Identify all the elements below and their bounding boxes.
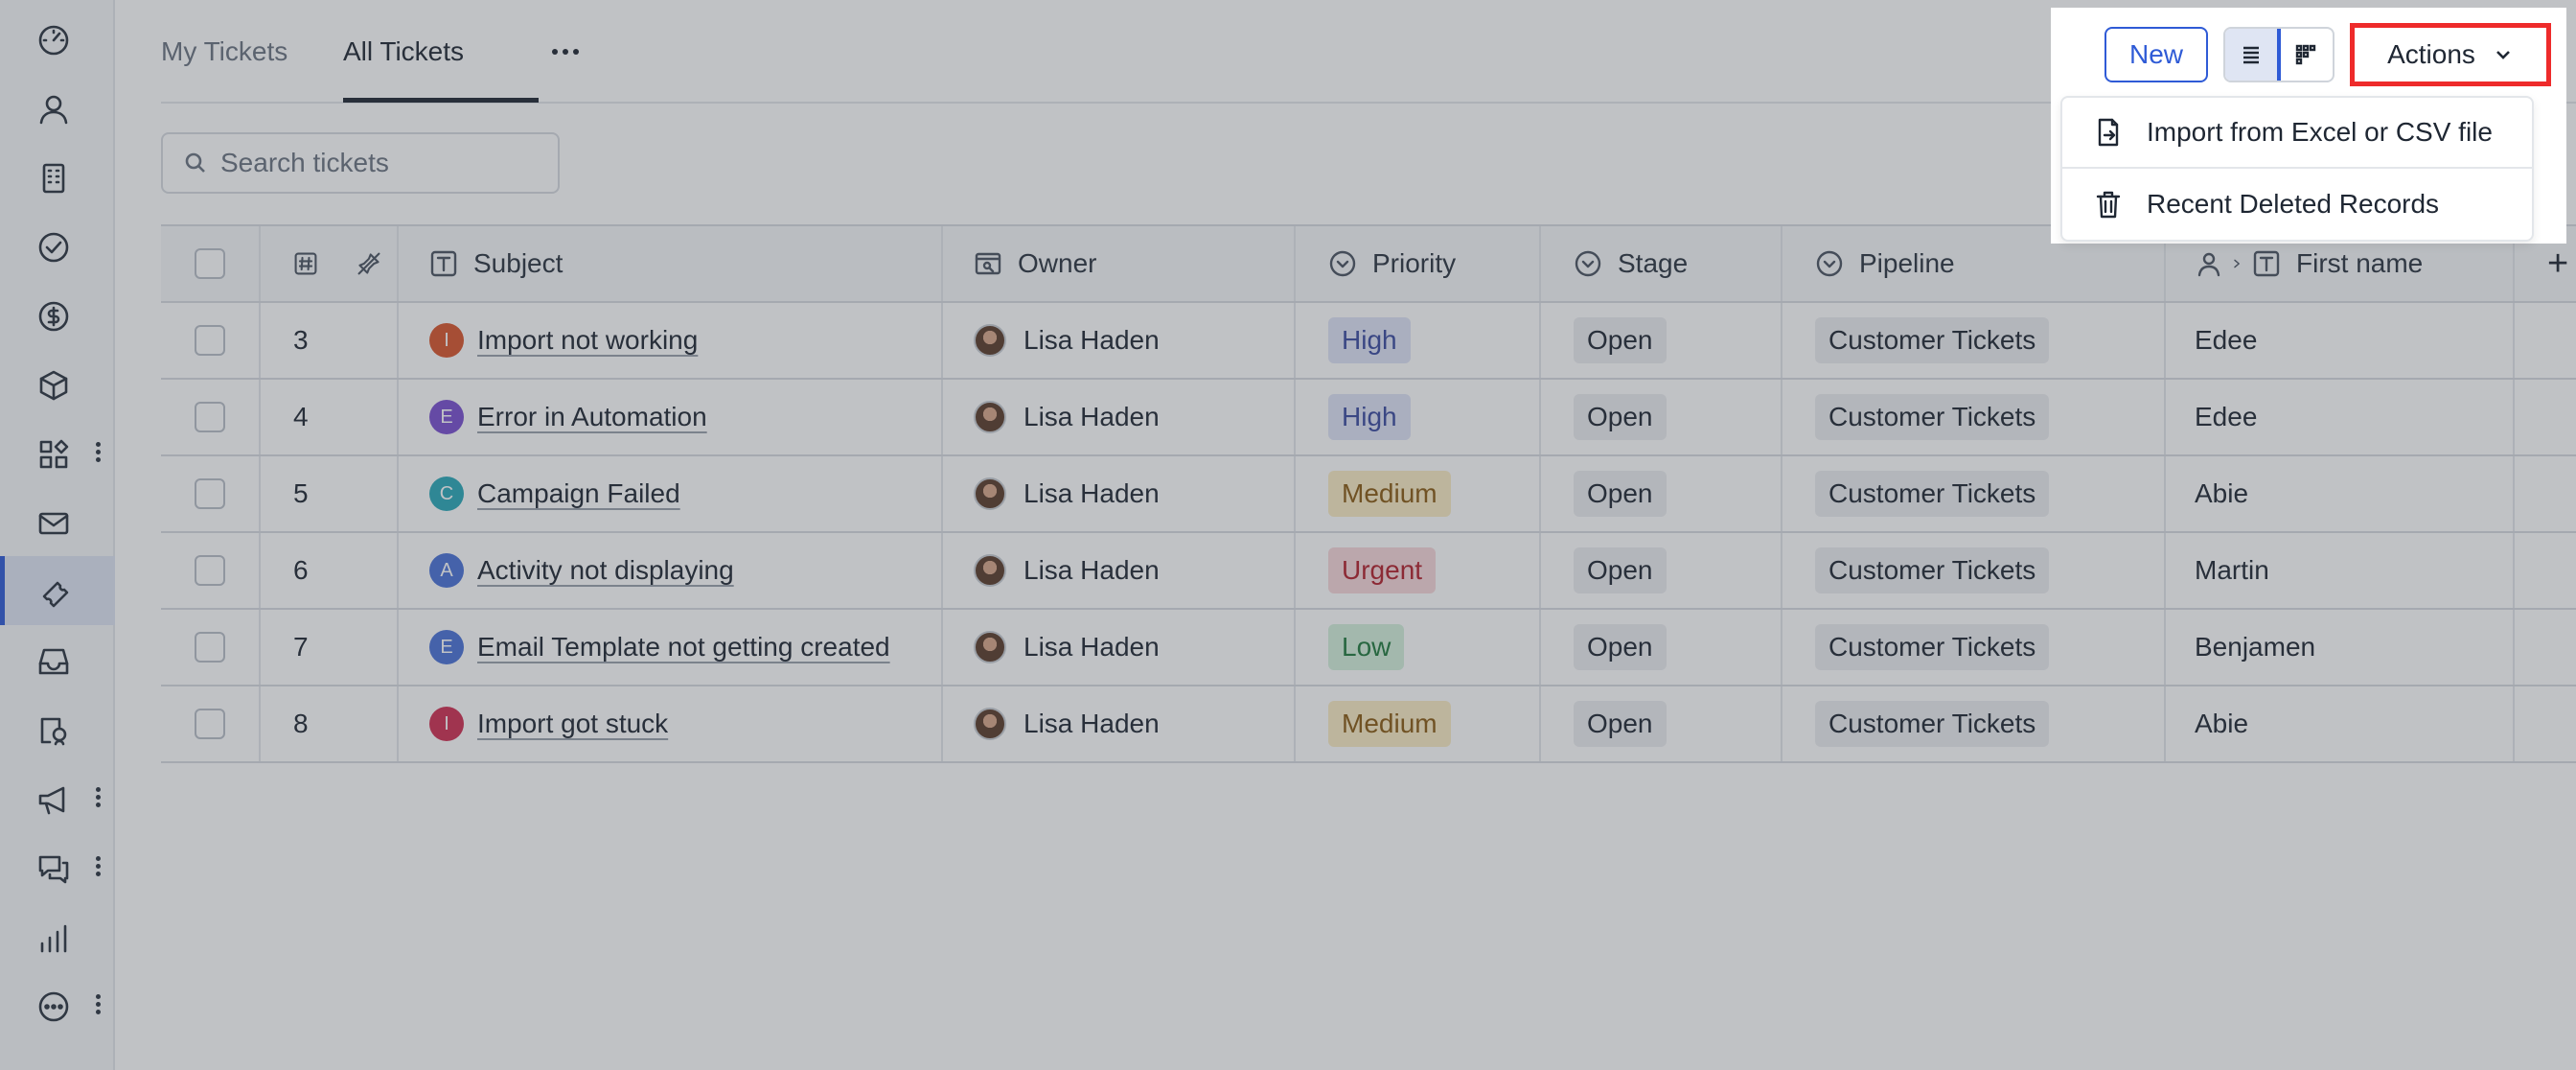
view-toggle [2223, 27, 2334, 82]
actions-button[interactable]: Actions [2350, 23, 2551, 86]
menu-item-import-label: Import from Excel or CSV file [2147, 117, 2493, 147]
menu-item-recent-deleted[interactable]: Recent Deleted Records [2062, 169, 2532, 240]
toolbar: New Actions Import from Excel or CSV fil… [2051, 8, 2566, 244]
actions-menu: Import from Excel or CSV file Recent Del… [2060, 96, 2534, 242]
menu-item-import[interactable]: Import from Excel or CSV file [2062, 98, 2532, 169]
actions-label: Actions [2387, 39, 2475, 69]
menu-item-recent-deleted-label: Recent Deleted Records [2147, 189, 2440, 219]
kanban-view-button[interactable] [2279, 29, 2333, 81]
chevron-down-icon [2496, 51, 2510, 59]
kanban-view-icon [2295, 44, 2316, 65]
list-view-icon [2243, 46, 2260, 64]
file-import-icon [2098, 118, 2119, 147]
list-view-button[interactable] [2225, 29, 2282, 81]
trash-icon [2096, 191, 2121, 219]
new-button[interactable]: New [2104, 27, 2208, 82]
